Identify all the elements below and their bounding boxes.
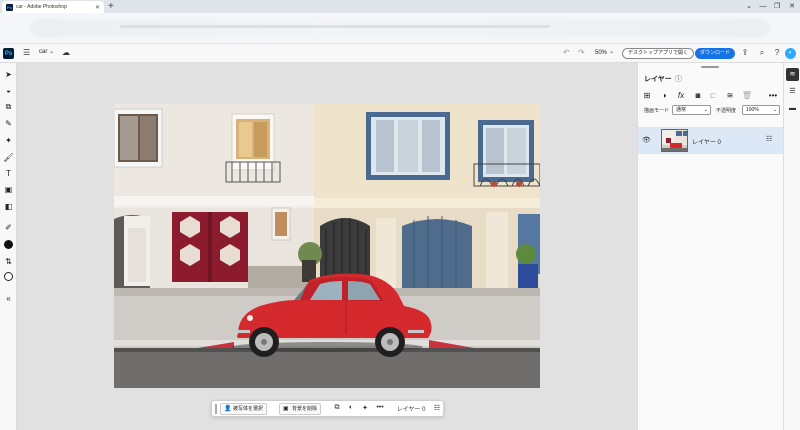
open-desktop-button[interactable]: デスクトップアプリで開く [622,48,695,59]
foreground-color[interactable] [4,240,13,249]
photo-canvas[interactable] [114,104,540,388]
layer-thumbnail-image [662,130,687,151]
avatar[interactable]: ◐ [785,48,796,59]
tab-search-icon[interactable]: ⌄ [742,0,756,12]
shape-icon[interactable]: ▣ [1,183,16,197]
image-icon: ▣ [283,406,289,412]
adjustment-icon[interactable]: ⧉ [332,404,342,412]
document-name[interactable]: car [39,49,47,55]
mask-icon[interactable]: ◙ [692,91,704,100]
select-subject-label: 被写体を選択 [233,406,264,412]
zoom-level[interactable]: 50% [595,50,607,56]
layer-name: レイヤー 0 [692,140,721,146]
properties-icon[interactable]: ☷ [432,404,442,412]
layer-row[interactable]: 👁 レイヤー 0 ☷ [638,127,784,154]
blend-mode-label: 描画モード [644,108,670,114]
cloud-icon[interactable]: ☁ [62,48,70,57]
browser-tab[interactable]: Ps car - Adobe Photoshop ✕ [2,1,104,13]
panel-drag-handle[interactable] [701,66,719,68]
comments-icon[interactable]: ▬ [786,102,799,115]
blend-mode-select[interactable]: 通常 ⌄ [672,105,711,115]
layer-properties-icon[interactable]: ☷ [766,135,772,143]
add-layer-icon[interactable]: ⊞ [641,91,653,100]
magic-icon[interactable]: ✦ [1,134,16,148]
address-text-blurred [120,25,550,28]
adjust-icon[interactable]: ◧ [1,200,16,214]
menu-icon[interactable]: ☰ [23,48,30,57]
help-icon[interactable]: ? [772,48,782,57]
adjustments-icon[interactable]: ☰ [786,85,799,98]
chevron-down-icon[interactable]: ⌄ [49,48,54,55]
more-options-icon[interactable]: ••• [767,91,779,100]
share-icon[interactable]: ⇪ [740,48,750,57]
street-scene-image [114,104,540,388]
close-tab-icon[interactable]: ✕ [95,4,100,11]
new-tab-button[interactable]: + [108,1,114,12]
remove-background-label: 背景を削除 [292,406,318,412]
selection-icon[interactable]: ◒ [1,84,16,98]
undo-icon[interactable]: ↶ [563,48,570,57]
layers-panel: レイヤー ⓘ ⊞ ◑ fx ◙ ⊏ ≋ 🗑 ••• 描画モード 通常 ⌄ 不透明… [637,63,784,430]
tab-title: car - Adobe Photoshop [16,4,67,10]
contrast-icon[interactable]: ◐ [346,404,356,411]
remove-background-button[interactable]: ▣ 背景を削除 [279,403,322,415]
layer-selector[interactable]: レイヤー 0 [395,404,427,413]
person-icon: 👤 [224,406,232,412]
minimize-button[interactable]: — [756,0,770,12]
type-icon[interactable]: T [1,167,16,181]
address-bar[interactable] [30,19,770,37]
zoom-chevron-icon[interactable]: ⌄ [609,48,614,55]
blend-mode-value: 通常 [676,107,687,113]
panel-rail: ≋ ☰ ▬ [783,63,800,430]
contextual-task-bar: 👤 被写体を選択 ▣ 背景を削除 ⧉ ◐ ✦ ••• レイヤー 0 ☷ [211,400,444,417]
more-icon[interactable]: ••• [375,404,385,411]
photoshop-favicon-icon: Ps [6,3,13,11]
eye-icon[interactable]: 👁 [642,136,651,144]
address-bar-area [0,13,800,44]
fx-icon[interactable]: fx [675,91,687,100]
layer-thumbnail [661,129,688,152]
layer-stack-icon[interactable]: ≋ [724,91,736,100]
opacity-value: 100% [746,107,759,113]
close-window-button[interactable]: ✕ [785,0,799,12]
adjustment-layer-icon[interactable]: ◑ [658,91,670,100]
tool-bar: ➤ ◒ ⧉ ✎ ✦ 🖌 T ▣ ◧ ✐ ⇅ « [0,63,17,430]
drag-handle[interactable] [215,404,217,414]
background-color[interactable] [4,272,13,281]
redo-icon[interactable]: ↷ [578,48,585,57]
opacity-label: 不透明度 [716,108,737,114]
select-subject-button[interactable]: 👤 被写体を選択 [220,403,268,415]
chevron-down-icon: ⌄ [772,107,777,113]
maximize-button[interactable]: ❐ [770,0,784,12]
chevron-down-icon: ⌄ [703,107,708,113]
healing-icon[interactable]: ✎ [1,117,16,131]
move-icon[interactable]: ➤ [1,68,16,82]
eyedropper-icon[interactable]: ✐ [1,221,16,235]
download-button[interactable]: ダウンロード [695,48,735,59]
opacity-field[interactable]: 100% ⌄ [742,105,780,115]
photoshop-logo[interactable]: Ps [3,48,14,59]
swap-icon[interactable]: ⇅ [1,255,16,269]
layers-icon[interactable]: ≋ [786,68,799,81]
trash-icon[interactable]: 🗑 [741,91,753,100]
clip-icon[interactable]: ⊏ [707,91,719,100]
search-icon[interactable]: ⌕ [757,48,767,58]
browser-tabstrip: Ps car - Adobe Photoshop ✕ + ⌄ — ❐ ✕ [0,0,800,13]
info-icon[interactable]: ⓘ [675,74,682,84]
collapse-icon[interactable]: « [1,292,16,306]
app-header: Ps ☰ car ⌄ ☁ ↶ ↷ 50% ⌄ デスクトップアプリで開く ダウンロ… [0,44,800,63]
brush-icon[interactable]: 🖌 [1,151,16,165]
panel-title: レイヤー [644,76,672,83]
crop-icon[interactable]: ⧉ [1,100,16,114]
sparkle-icon[interactable]: ✦ [360,404,370,412]
